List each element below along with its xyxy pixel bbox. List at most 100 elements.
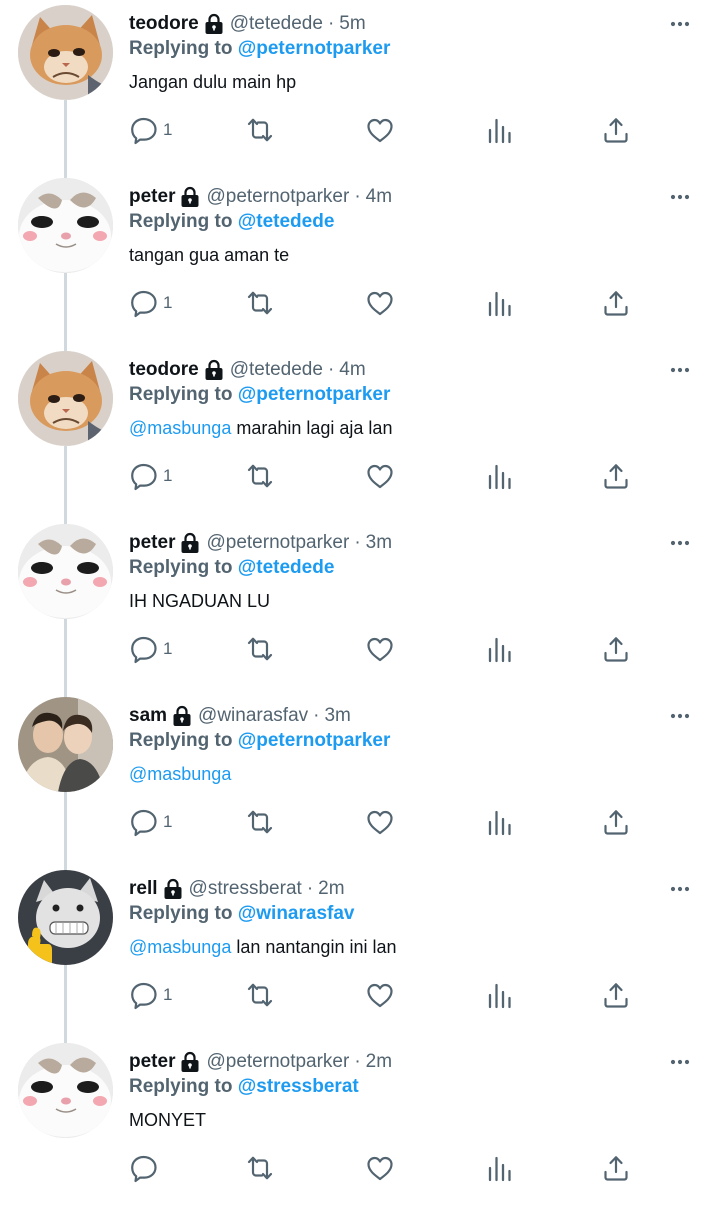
more-icon[interactable]	[668, 358, 692, 382]
stats-button[interactable]	[485, 970, 515, 1020]
text-mention[interactable]: @masbunga	[129, 937, 231, 957]
tweet[interactable]: peter @peternotparker · 2m Replying to @stre…	[0, 1038, 718, 1211]
retweet-button[interactable]	[245, 970, 275, 1020]
replying-to: Replying to @peternotparker	[129, 729, 390, 753]
like-icon	[365, 115, 395, 145]
share-button[interactable]	[601, 970, 631, 1020]
display-name[interactable]: teodore	[129, 358, 199, 382]
more-icon[interactable]	[668, 531, 692, 555]
user-handle[interactable]: @winarasfav	[198, 704, 308, 728]
user-handle[interactable]: @peternotparker	[206, 1050, 349, 1074]
replying-to-mention[interactable]: @winarasfav	[238, 903, 355, 924]
display-name[interactable]: peter	[129, 185, 175, 209]
stats-icon	[485, 461, 515, 491]
reply-button[interactable]: 1	[129, 624, 172, 674]
tweet-header: peter @peternotparker · 3m	[129, 531, 392, 555]
tweet-text: @masbunga lan nantangin ini lan	[129, 935, 397, 959]
reply-button[interactable]: 1	[129, 278, 172, 328]
more-icon[interactable]	[668, 185, 692, 209]
display-name[interactable]: peter	[129, 531, 175, 555]
like-button[interactable]	[365, 451, 395, 501]
replying-to-mention[interactable]: @peternotparker	[238, 38, 391, 59]
user-handle[interactable]: @peternotparker	[206, 185, 349, 209]
separator-dot: ·	[327, 13, 335, 34]
stats-button[interactable]	[485, 105, 515, 155]
timestamp[interactable]: 4m	[366, 185, 392, 209]
stats-button[interactable]	[485, 1143, 515, 1193]
stats-button[interactable]	[485, 797, 515, 847]
display-name[interactable]: teodore	[129, 12, 199, 36]
retweet-button[interactable]	[245, 105, 275, 155]
more-icon[interactable]	[668, 12, 692, 36]
timestamp[interactable]: 3m	[366, 531, 392, 555]
display-name[interactable]: rell	[129, 877, 158, 901]
share-button[interactable]	[601, 278, 631, 328]
reply-button[interactable]: 1	[129, 797, 172, 847]
text-mention[interactable]: @masbunga	[129, 764, 231, 784]
replying-to-mention[interactable]: @peternotparker	[238, 730, 391, 751]
reply-button[interactable]: 1	[129, 451, 172, 501]
like-button[interactable]	[365, 970, 395, 1020]
replying-to-mention[interactable]: @tetedede	[238, 557, 335, 578]
avatar[interactable]	[18, 524, 113, 619]
user-handle[interactable]: @stressberat	[189, 877, 302, 901]
like-button[interactable]	[365, 624, 395, 674]
stats-button[interactable]	[485, 624, 515, 674]
avatar[interactable]	[18, 697, 113, 792]
tweet[interactable]: sam @winarasfav · 3m Replying to @peternotpa…	[0, 692, 718, 865]
text-body: IH NGADUAN LU	[129, 591, 271, 611]
retweet-button[interactable]	[245, 624, 275, 674]
tweet-header: sam @winarasfav · 3m	[129, 704, 351, 728]
timestamp[interactable]: 4m	[339, 358, 365, 382]
more-icon[interactable]	[668, 877, 692, 901]
more-icon[interactable]	[668, 1050, 692, 1074]
stats-button[interactable]	[485, 278, 515, 328]
share-button[interactable]	[601, 105, 631, 155]
timestamp[interactable]: 3m	[324, 704, 350, 728]
display-name[interactable]: sam	[129, 704, 167, 728]
display-name[interactable]: peter	[129, 1050, 175, 1074]
like-button[interactable]	[365, 278, 395, 328]
text-body: Jangan dulu main hp	[129, 72, 297, 92]
replying-to-mention[interactable]: @peternotparker	[238, 384, 391, 405]
avatar[interactable]	[18, 870, 113, 965]
retweet-button[interactable]	[245, 1143, 275, 1193]
avatar[interactable]	[18, 5, 113, 100]
user-handle[interactable]: @tetedede	[230, 358, 323, 382]
retweet-button[interactable]	[245, 278, 275, 328]
timestamp[interactable]: 2m	[366, 1050, 392, 1074]
retweet-button[interactable]	[245, 451, 275, 501]
user-handle[interactable]: @peternotparker	[206, 531, 349, 555]
reply-icon	[129, 980, 159, 1010]
replying-to: Replying to @stressberat	[129, 1075, 359, 1099]
reply-button[interactable]: 1	[129, 105, 172, 155]
replying-to-mention[interactable]: @stressberat	[238, 1076, 359, 1097]
reply-button[interactable]: 1	[129, 970, 172, 1020]
user-handle[interactable]: @tetedede	[230, 12, 323, 36]
more-icon[interactable]	[668, 704, 692, 728]
share-button[interactable]	[601, 1143, 631, 1193]
share-button[interactable]	[601, 624, 631, 674]
tweet[interactable]: peter @peternotparker · 4m Replying to @tete…	[0, 173, 718, 346]
avatar[interactable]	[18, 351, 113, 446]
replying-to-mention[interactable]: @tetedede	[238, 211, 335, 232]
avatar[interactable]	[18, 1043, 113, 1138]
share-button[interactable]	[601, 797, 631, 847]
share-button[interactable]	[601, 451, 631, 501]
retweet-button[interactable]	[245, 797, 275, 847]
tweet[interactable]: rell @stressberat · 2m Replying to @winarasf…	[0, 865, 718, 1038]
replying-to: Replying to @winarasfav	[129, 902, 354, 926]
tweet[interactable]: teodore @tetedede · 4m Replying to @peternot…	[0, 346, 718, 519]
like-button[interactable]	[365, 105, 395, 155]
tweet[interactable]: peter @peternotparker · 3m Replying to @tete…	[0, 519, 718, 692]
timestamp[interactable]: 2m	[318, 877, 344, 901]
like-button[interactable]	[365, 797, 395, 847]
avatar[interactable]	[18, 178, 113, 273]
replying-to-label: Replying to	[129, 211, 233, 232]
reply-button[interactable]	[129, 1143, 159, 1193]
like-button[interactable]	[365, 1143, 395, 1193]
timestamp[interactable]: 5m	[339, 12, 365, 36]
text-mention[interactable]: @masbunga	[129, 418, 231, 438]
tweet[interactable]: teodore @tetedede · 5m Replying to @peternot…	[0, 0, 718, 173]
stats-button[interactable]	[485, 451, 515, 501]
